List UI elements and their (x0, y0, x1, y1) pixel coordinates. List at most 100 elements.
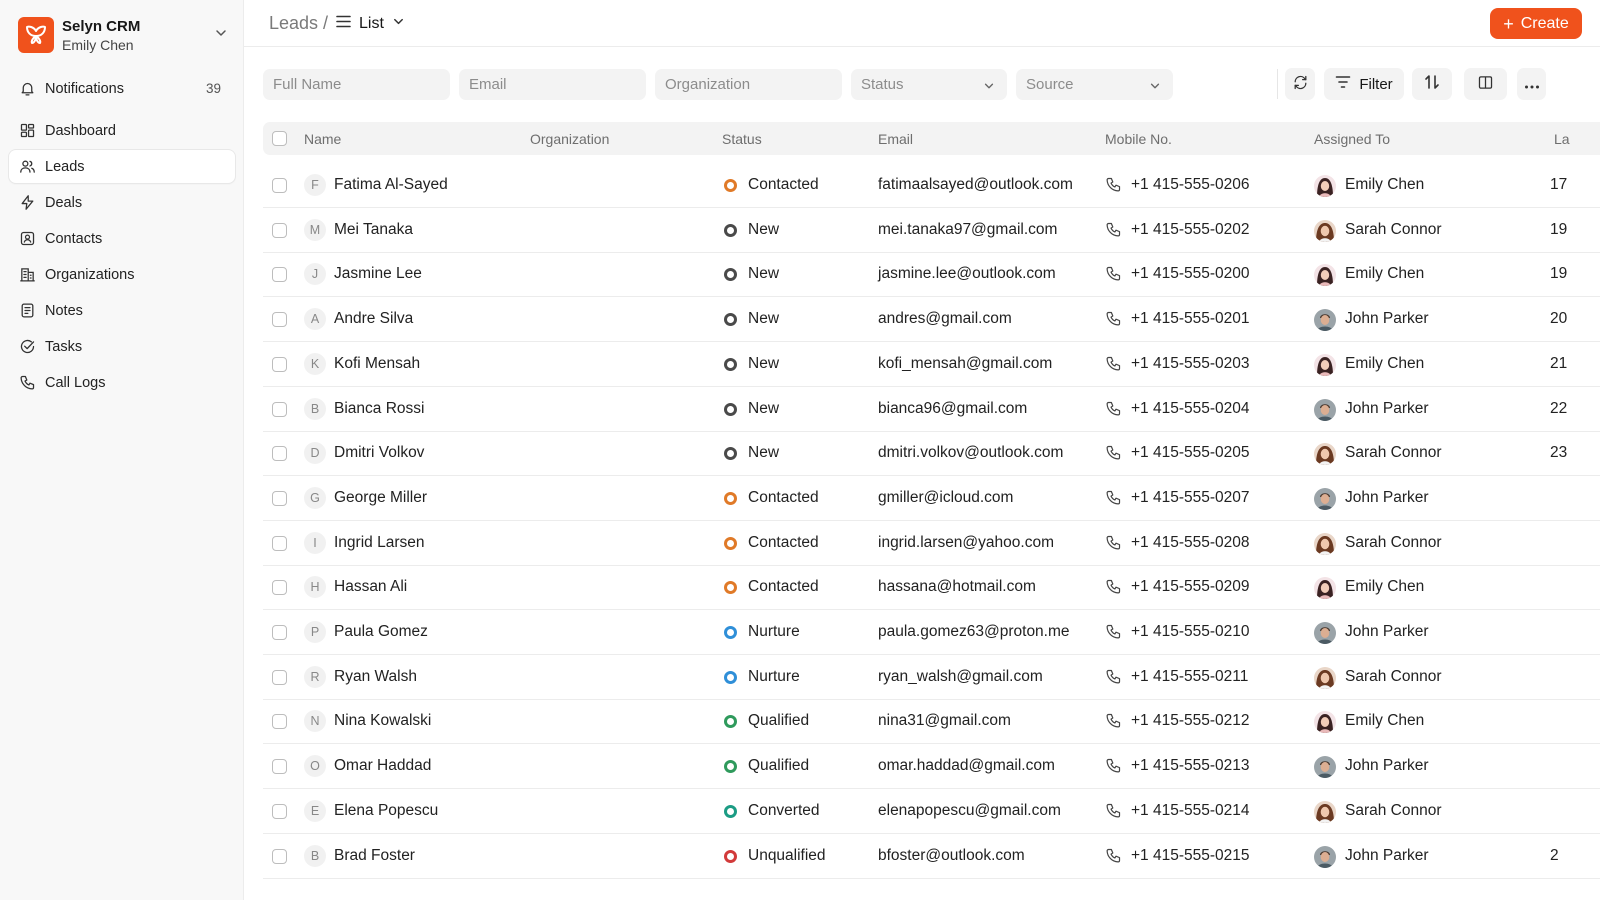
view-switcher[interactable]: List (336, 10, 405, 37)
row-checkbox[interactable] (272, 356, 287, 372)
phone-icon (1105, 355, 1122, 377)
full-name-filter-input[interactable]: Full Name (263, 69, 450, 100)
breadcrumb-leads[interactable]: Leads / (269, 13, 328, 34)
sidebar-item-organizations[interactable]: Organizations (9, 258, 235, 291)
lead-status: Contacted (748, 533, 819, 551)
row-checkbox[interactable] (272, 848, 287, 864)
status-filter-select[interactable]: Status (851, 69, 1007, 100)
lead-email: hassana@hotmail.com (878, 578, 1036, 596)
column-header-name[interactable]: Name (304, 131, 341, 147)
sort-button[interactable] (1412, 68, 1452, 100)
lead-name[interactable]: Ryan Walsh (334, 668, 417, 686)
table-row[interactable]: A Andre Silva New andres@gmail.com +1 415-55… (263, 297, 1600, 343)
table-row[interactable]: J Jasmine Lee New jasmine.lee@outlook.com +1… (263, 252, 1600, 298)
column-header-mobile[interactable]: Mobile No. (1105, 131, 1172, 147)
phone-icon (1105, 400, 1122, 422)
lead-email: andres@gmail.com (878, 310, 1012, 328)
sidebar-item-deals[interactable]: Deals (9, 186, 235, 219)
row-checkbox[interactable] (272, 401, 287, 417)
lead-name[interactable]: Fatima Al-Sayed (334, 176, 448, 194)
row-checkbox[interactable] (272, 267, 287, 283)
row-checkbox[interactable] (272, 803, 287, 819)
bell-icon (18, 80, 36, 98)
sidebar-item-notes[interactable]: Notes (9, 294, 235, 327)
avatar-sarah-connor (1314, 443, 1336, 466)
lead-name[interactable]: George Miller (334, 489, 427, 507)
sidebar-item-contacts[interactable]: Contacts (9, 222, 235, 255)
table-row[interactable]: F Fatima Al-Sayed Contacted fatimaalsayed@o… (263, 163, 1600, 208)
organization-filter-input[interactable]: Organization (655, 69, 842, 100)
table-row[interactable]: R Ryan Walsh Nurture ryan_walsh@gmail.com +1… (263, 655, 1600, 700)
row-checkbox[interactable] (272, 446, 287, 462)
table-row[interactable]: D Dmitri Volkov New dmitri.volkov@outlook.c… (263, 431, 1600, 477)
table-row[interactable]: N Nina Kowalski Qualified nina31@gmail.com +… (263, 699, 1600, 745)
lead-email: bianca96@gmail.com (878, 399, 1028, 417)
lead-mobile: +1 415-555-0200 (1131, 265, 1250, 283)
lead-name[interactable]: Bianca Rossi (334, 400, 424, 418)
email-filter-input[interactable]: Email (459, 69, 646, 100)
table-row[interactable]: B Brad Foster Unqualified bfoster@outlook.c… (263, 834, 1600, 879)
table-row[interactable]: I Ingrid Larsen Contacted ingrid.larsen@yah… (263, 521, 1600, 566)
sidebar-item-call-logs[interactable]: Call Logs (9, 366, 235, 399)
lead-name[interactable]: Ingrid Larsen (334, 534, 424, 552)
row-checkbox[interactable] (272, 580, 287, 596)
lead-email: gmiller@icloud.com (878, 488, 1014, 506)
table-row[interactable]: H Hassan Ali Contacted hassana@hotmail.com +… (263, 565, 1600, 611)
lead-last-modified: 21 (1550, 354, 1568, 372)
table-row[interactable]: G George Miller Contacted gmiller@icloud.co… (263, 476, 1600, 521)
row-checkbox[interactable] (272, 222, 287, 238)
row-checkbox[interactable] (272, 759, 287, 775)
row-checkbox[interactable] (272, 535, 287, 551)
lead-name[interactable]: Paula Gomez (334, 623, 428, 641)
sidebar-item-leads[interactable]: Leads (9, 150, 235, 183)
lead-name[interactable]: Elena Popescu (334, 802, 438, 820)
lead-name[interactable]: Hassan Ali (334, 578, 407, 596)
lead-name[interactable]: Dmitri Volkov (334, 444, 424, 462)
column-header-status[interactable]: Status (722, 131, 762, 147)
source-filter-select[interactable]: Source (1016, 69, 1173, 100)
table-row[interactable]: M Mei Tanaka New mei.tanaka97@gmail.com +1 4… (263, 208, 1600, 253)
row-checkbox[interactable] (272, 714, 287, 730)
table-row[interactable]: B Bianca Rossi New bianca96@gmail.com +1 415… (263, 387, 1600, 432)
lead-status: Unqualified (748, 846, 826, 864)
select-all-checkbox[interactable] (272, 131, 287, 146)
lead-name[interactable]: Jasmine Lee (334, 265, 422, 283)
columns-button[interactable] (1464, 68, 1507, 100)
sidebar-item-tasks[interactable]: Tasks (9, 330, 235, 363)
lead-mobile: +1 415-555-0203 (1131, 354, 1250, 372)
row-checkbox[interactable] (272, 490, 287, 506)
sidebar-item-notifications[interactable]: Notifications 39 (9, 72, 235, 105)
table-row[interactable]: P Paula Gomez Nurture paula.gomez63@proton.… (263, 610, 1600, 655)
lead-last-modified: 17 (1550, 176, 1568, 193)
column-header-email[interactable]: Email (878, 131, 913, 147)
row-checkbox[interactable] (272, 178, 287, 193)
table-row[interactable]: K Kofi Mensah New kofi_mensah@gmail.com +1 4… (263, 342, 1600, 387)
lead-initial-avatar: G (304, 486, 326, 509)
table-row[interactable]: O Omar Haddad Qualified omar.haddad@gmail.c… (263, 744, 1600, 790)
toolbar-divider (1277, 69, 1278, 99)
phone-icon (1105, 310, 1122, 332)
lead-name[interactable]: Nina Kowalski (334, 712, 431, 730)
row-checkbox[interactable] (272, 669, 287, 685)
avatar-john-parker (1314, 622, 1336, 644)
lead-name[interactable]: Brad Foster (334, 847, 415, 865)
sidebar-item-dashboard[interactable]: Dashboard (9, 114, 235, 147)
filter-button[interactable]: Filter (1324, 68, 1404, 100)
create-button[interactable]: + Create (1490, 8, 1582, 39)
column-header-last-modified[interactable]: La (1554, 131, 1570, 147)
row-checkbox[interactable] (272, 312, 287, 328)
column-header-assigned-to[interactable]: Assigned To (1314, 131, 1390, 147)
lead-name[interactable]: Kofi Mensah (334, 355, 420, 373)
lead-name[interactable]: Andre Silva (334, 310, 413, 328)
column-header-organization[interactable]: Organization (530, 131, 609, 147)
refresh-button[interactable] (1285, 68, 1315, 100)
row-checkbox[interactable] (272, 625, 287, 640)
table-row[interactable]: E Elena Popescu Converted elenapopescu@gmai… (263, 789, 1600, 834)
lead-name[interactable]: Mei Tanaka (334, 221, 413, 239)
lead-mobile: +1 415-555-0214 (1131, 801, 1250, 819)
more-options-button[interactable] (1517, 68, 1546, 100)
status-indicator-icon (724, 760, 737, 774)
status-indicator-icon (724, 849, 737, 863)
lead-name[interactable]: Omar Haddad (334, 757, 431, 775)
workspace-switcher[interactable]: Selyn CRM Emily Chen (14, 12, 234, 58)
